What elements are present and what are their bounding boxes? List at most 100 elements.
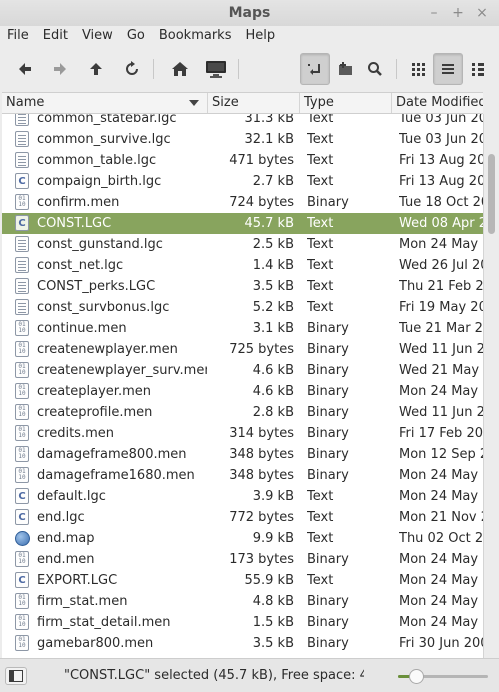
menu-help[interactable]: Help bbox=[238, 26, 282, 46]
file-date: Wed 26 Jul 2006 bbox=[399, 258, 483, 273]
status-text: "CONST.LGC" selected (45.7 kB), Free spa… bbox=[64, 668, 364, 683]
file-row[interactable]: 01 10 firm_stat_detail.men 1.5 kB Binary Mon … bbox=[2, 612, 483, 633]
file-date: Wed 21 May 2008 bbox=[399, 363, 483, 378]
column-date-header[interactable]: Date Modified bbox=[392, 93, 483, 113]
up-button[interactable] bbox=[81, 53, 111, 85]
file-size: 3.1 kB bbox=[252, 321, 294, 336]
menu-view[interactable]: View bbox=[75, 26, 120, 46]
file-row[interactable]: common_statebar.lgc 31.3 kB Text Tue 03 Jun… bbox=[2, 114, 483, 129]
file-type: Text bbox=[307, 510, 334, 525]
title-bar[interactable]: Maps – + × bbox=[0, 0, 499, 26]
menu-edit[interactable]: Edit bbox=[36, 26, 75, 46]
vertical-scrollbar[interactable] bbox=[483, 114, 499, 658]
file-name: CONST.LGC bbox=[37, 216, 112, 231]
reload-button[interactable] bbox=[117, 53, 147, 85]
icon-view-button[interactable] bbox=[403, 53, 433, 85]
file-name: damageframe800.men bbox=[37, 447, 187, 462]
back-button[interactable] bbox=[10, 53, 40, 85]
file-row[interactable]: 01 10 credits.men 314 bytes Binary Fri 17 Feb… bbox=[2, 423, 483, 444]
toolbar-separator bbox=[238, 59, 239, 79]
compact-view-button[interactable] bbox=[463, 53, 493, 85]
menu-file[interactable]: File bbox=[0, 26, 36, 46]
file-type: Text bbox=[307, 114, 334, 126]
maximize-button[interactable]: + bbox=[451, 3, 465, 23]
new-folder-button[interactable] bbox=[331, 53, 361, 85]
list-view-button[interactable] bbox=[433, 53, 463, 85]
file-size: 55.9 kB bbox=[244, 573, 294, 588]
file-row[interactable]: 01 10 damageframe800.men 348 bytes Binary Mon… bbox=[2, 444, 483, 465]
file-type: Text bbox=[307, 531, 334, 546]
file-row[interactable]: const_net.lgc 1.4 kB Text Wed 26 Jul 2006 bbox=[2, 255, 483, 276]
file-row[interactable]: common_survive.lgc 32.1 kB Text Tue 03 Jun … bbox=[2, 129, 483, 150]
file-row[interactable]: const_gunstand.lgc 2.5 kB Text Mon 24 May 2… bbox=[2, 234, 483, 255]
file-date: Mon 24 May 2004 bbox=[399, 573, 483, 588]
menu-bookmarks[interactable]: Bookmarks bbox=[152, 26, 239, 46]
file-name: const_gunstand.lgc bbox=[37, 237, 163, 252]
binary-icon: 01 10 bbox=[15, 425, 31, 442]
file-row[interactable]: 01 10 damageframe1680.men 348 bytes Binary Mo… bbox=[2, 465, 483, 486]
forward-button[interactable] bbox=[45, 53, 75, 85]
file-type: Binary bbox=[307, 552, 349, 567]
file-row[interactable]: C EXPORT.LGC 55.9 kB Text Mon 24 May 2004 bbox=[2, 570, 483, 591]
file-name: gamebar800.men bbox=[37, 636, 154, 651]
file-row[interactable]: const_survbonus.lgc 5.2 kB Text Fri 19 May … bbox=[2, 297, 483, 318]
file-date: Tue 18 Oct 2005 bbox=[399, 195, 483, 210]
file-size: 2.5 kB bbox=[252, 237, 294, 252]
file-name: damageframe1680.men bbox=[37, 468, 195, 483]
file-name: createnewplayer.men bbox=[37, 342, 178, 357]
file-row[interactable]: 01 10 createprofile.men 2.8 kB Binary Wed 11 … bbox=[2, 402, 483, 423]
file-date: Mon 21 Nov 2005 bbox=[399, 510, 483, 525]
arrow-up-icon bbox=[90, 63, 102, 75]
file-type: Binary bbox=[307, 594, 349, 609]
grid-icon bbox=[412, 63, 425, 76]
file-row[interactable]: Cdefault.lgc 3.9 kB Text Mon 24 May 2004 bbox=[2, 486, 483, 507]
minimize-button[interactable]: – bbox=[427, 3, 441, 23]
file-row[interactable]: 01 10 createnewplayer_surv.men 4.6 kB Binary… bbox=[2, 360, 483, 381]
globe-icon bbox=[15, 530, 31, 547]
binary-icon: 01 10 bbox=[15, 446, 31, 463]
search-button[interactable] bbox=[360, 53, 390, 85]
binary-icon: 01 10 bbox=[15, 194, 31, 211]
scrollbar-thumb[interactable] bbox=[488, 154, 495, 234]
file-row[interactable]: common_table.lgc 471 bytes Text Fri 13 Aug … bbox=[2, 150, 483, 171]
toggle-location-button[interactable] bbox=[300, 53, 330, 85]
file-row[interactable]: 01 10 gamebar800.men 3.5 kB Binary Fri 30 Jun… bbox=[2, 633, 483, 654]
column-size-header[interactable]: Size bbox=[208, 93, 300, 113]
file-row[interactable]: 0110 end.men 173 bytes Binary Mon 24 May 200… bbox=[2, 549, 483, 570]
file-size: 724 bytes bbox=[229, 195, 294, 210]
file-date: Wed 11 Jun 2008 bbox=[399, 342, 483, 357]
file-type: Binary bbox=[307, 615, 349, 630]
file-size: 3.5 kB bbox=[252, 279, 294, 294]
file-name: default.lgc bbox=[37, 489, 106, 504]
file-date: Fri 13 Aug 2004 bbox=[399, 174, 483, 189]
menu-go[interactable]: Go bbox=[120, 26, 152, 46]
file-row[interactable]: 01 10 continue.men 3.1 kB Binary Tue 21 Mar 2… bbox=[2, 318, 483, 339]
file-row[interactable]: 01 10 createplayer.men 4.6 kB Binary Mon 24 M… bbox=[2, 381, 483, 402]
binary-icon: 01 10 bbox=[15, 383, 31, 400]
file-size: 4.6 kB bbox=[252, 363, 294, 378]
file-list[interactable]: common_statebar.lgc 31.3 kB Text Tue 03 Jun… bbox=[2, 114, 483, 658]
column-name-header[interactable]: Name bbox=[2, 93, 208, 113]
file-date: Thu 21 Feb 2008 bbox=[399, 279, 483, 294]
file-name: firm_stat.men bbox=[37, 594, 128, 609]
close-button[interactable]: × bbox=[475, 3, 489, 23]
file-date: Wed 08 Apr 2009 bbox=[399, 216, 483, 231]
file-size: 314 bytes bbox=[229, 426, 294, 441]
file-row[interactable]: CONST_perks.LGC 3.5 kB Text Thu 21 Feb 2008 bbox=[2, 276, 483, 297]
home-button[interactable] bbox=[165, 53, 195, 85]
file-row[interactable]: Ccompaign_birth.lgc 2.7 kB Text Fri 13 Aug … bbox=[2, 171, 483, 192]
sidebar-toggle-button[interactable] bbox=[5, 667, 27, 685]
binary-icon: 01 10 bbox=[15, 614, 31, 631]
file-name: continue.men bbox=[37, 321, 127, 336]
column-type-header[interactable]: Type bbox=[300, 93, 392, 113]
file-row[interactable]: C CONST.LGC 45.7 kB Text Wed 08 Apr 2009 bbox=[2, 213, 483, 234]
computer-button[interactable] bbox=[201, 53, 231, 85]
toolbar-separator bbox=[153, 59, 154, 79]
column-header: Name Size Type Date Modified bbox=[2, 92, 483, 114]
file-row[interactable]: Cend.lgc 772 bytes Text Mon 21 Nov 2005 bbox=[2, 507, 483, 528]
zoom-slider-handle[interactable] bbox=[409, 669, 424, 684]
file-row[interactable]: 01 10 createnewplayer.men 725 bytes Binary We… bbox=[2, 339, 483, 360]
file-row[interactable]: end.map 9.9 kB Text Thu 02 Oct 2003 bbox=[2, 528, 483, 549]
file-row[interactable]: 01 10 confirm.men 724 bytes Binary Tue 18 Oct… bbox=[2, 192, 483, 213]
file-row[interactable]: 01 10 firm_stat.men 4.8 kB Binary Mon 24 May … bbox=[2, 591, 483, 612]
